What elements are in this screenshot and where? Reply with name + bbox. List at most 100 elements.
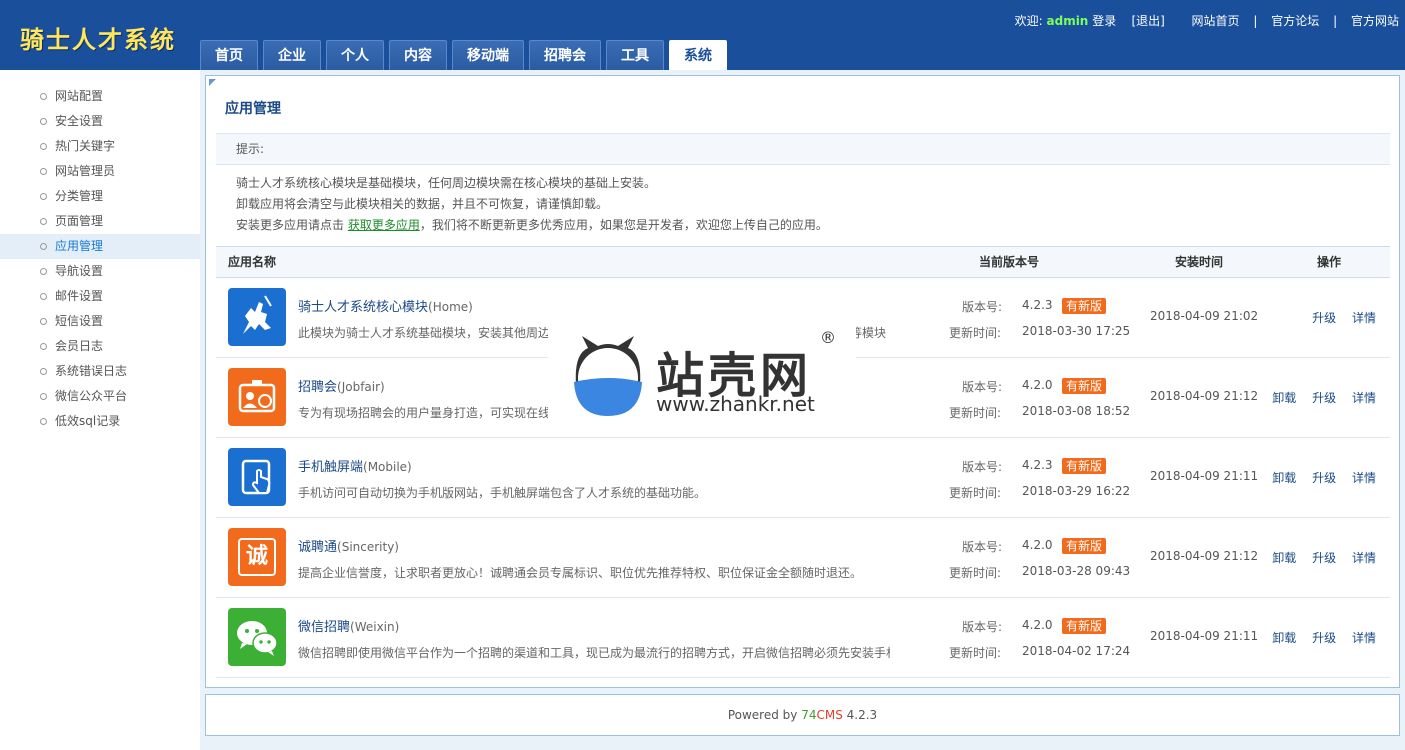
sidebar-item-apps[interactable]: 应用管理	[0, 234, 200, 259]
details-link[interactable]: 详情	[1352, 551, 1376, 565]
app-name[interactable]: 诚聘通	[298, 540, 337, 555]
app-description: 手机访问可自动切换为手机版网站，手机触屏端包含了人才系统的基础功能。	[298, 486, 707, 500]
sidebar-item-sms[interactable]: 短信设置	[0, 309, 200, 334]
tab-home[interactable]: 首页	[200, 40, 258, 70]
details-link[interactable]: 详情	[1352, 391, 1376, 405]
tip-header: 提示:	[216, 133, 1390, 165]
sidebar-item-mail[interactable]: 邮件设置	[0, 284, 200, 309]
watermark-url: www.zhankr.net	[656, 392, 815, 416]
details-link[interactable]: 详情	[1352, 631, 1376, 645]
upgrade-link[interactable]: 升级	[1312, 551, 1336, 565]
new-version-badge: 有新版	[1062, 378, 1107, 394]
uninstall-link[interactable]: 卸载	[1272, 551, 1296, 565]
app-name[interactable]: 骑士人才系统核心模块	[298, 300, 428, 315]
page-title: 应用管理	[225, 101, 281, 117]
footer-version: 4.2.3	[842, 708, 878, 722]
update-time: 2018-03-29 16:22	[1022, 484, 1131, 498]
get-more-apps-link[interactable]: 获取更多应用	[348, 218, 420, 232]
tab-mobile[interactable]: 移动端	[452, 40, 524, 70]
update-time: 2018-03-30 17:25	[1022, 324, 1131, 338]
brand-74: 74	[801, 708, 817, 722]
sidebar-item-navigation[interactable]: 导航设置	[0, 259, 200, 284]
app-name[interactable]: 微信招聘	[298, 620, 350, 635]
app-code: (Jobfair)	[337, 380, 385, 394]
tab-content[interactable]: 内容	[389, 40, 447, 70]
table-header: 应用名称 当前版本号 安装时间 操作	[216, 246, 1390, 278]
tablet-icon	[228, 448, 286, 506]
table-row: 微信招聘(Weixin) 微信招聘即使用微信平台作为一个招聘的渠道和工具，现已成…	[216, 598, 1390, 678]
col-install-time: 安装时间	[1175, 255, 1224, 269]
sidebar-item-hot-keywords[interactable]: 热门关键字	[0, 134, 200, 159]
install-time: 2018-04-09 21:11	[1150, 469, 1259, 483]
tip-line: 骑士人才系统核心模块是基础模块，任何周边模块需在核心模块的基础上安装。	[236, 176, 657, 190]
tab-jobfair[interactable]: 招聘会	[529, 40, 601, 70]
new-version-badge: 有新版	[1062, 458, 1107, 474]
app-description: 微信招聘即使用微信平台作为一个招聘的渠道和工具，现已成为最流行的招聘方式，开启微…	[298, 646, 890, 660]
logout-link[interactable]: [退出]	[1131, 14, 1164, 28]
knight-icon	[228, 288, 286, 346]
sidebar-item-site-config[interactable]: 网站配置	[0, 84, 200, 109]
update-label: 更新时间:	[949, 646, 1002, 660]
uninstall-link[interactable]: 卸载	[1272, 631, 1296, 645]
watermark-logo-icon	[574, 336, 642, 416]
separator: |	[1253, 14, 1258, 28]
version-value: 4.2.0	[1022, 538, 1053, 552]
update-label: 更新时间:	[949, 406, 1002, 420]
details-link[interactable]: 详情	[1352, 471, 1376, 485]
app-code: (Sincerity)	[337, 540, 399, 554]
version-value: 4.2.0	[1022, 378, 1053, 392]
row-actions: 卸载 升级 详情	[1260, 549, 1376, 566]
tab-system[interactable]: 系统	[669, 40, 727, 70]
upgrade-link[interactable]: 升级	[1312, 391, 1336, 405]
app-name[interactable]: 手机触屏端	[298, 460, 363, 475]
sincerity-icon: 诚	[228, 528, 286, 586]
app-code: (Home)	[428, 300, 473, 314]
install-time: 2018-04-09 21:02	[1150, 309, 1259, 323]
sidebar-item-security[interactable]: 安全设置	[0, 109, 200, 134]
sidebar-item-slow-sql[interactable]: 低效sql记录	[0, 409, 200, 434]
jobfair-icon	[228, 368, 286, 426]
sidebar-item-member-log[interactable]: 会员日志	[0, 334, 200, 359]
main-nav: 首页 企业 个人 内容 移动端 招聘会 工具 系统	[200, 40, 732, 70]
table-row: 诚 诚聘通(Sincerity) 提高企业信誉度，让求职者更放心！诚聘通会员专属…	[216, 518, 1390, 598]
tab-tools[interactable]: 工具	[606, 40, 664, 70]
upgrade-link[interactable]: 升级	[1312, 311, 1336, 325]
sidebar-item-admins[interactable]: 网站管理员	[0, 159, 200, 184]
sidebar-item-wechat[interactable]: 微信公众平台	[0, 384, 200, 409]
row-actions: 卸载 升级 详情	[1260, 469, 1376, 486]
app-code: (Weixin)	[350, 620, 400, 634]
site-home-link[interactable]: 网站首页	[1192, 14, 1240, 28]
tab-personal[interactable]: 个人	[326, 40, 384, 70]
brand-cms: CMS	[816, 708, 843, 722]
upgrade-link[interactable]: 升级	[1312, 471, 1336, 485]
version-value: 4.2.0	[1022, 618, 1053, 632]
details-link[interactable]: 详情	[1352, 311, 1376, 325]
uninstall-link[interactable]: 卸载	[1272, 391, 1296, 405]
sidebar-item-categories[interactable]: 分类管理	[0, 184, 200, 209]
uninstall-link[interactable]: 卸载	[1272, 471, 1296, 485]
row-actions: 卸载 升级 详情	[1260, 629, 1376, 646]
version-value: 4.2.3	[1022, 298, 1053, 312]
tab-company[interactable]: 企业	[263, 40, 321, 70]
version-label: 版本号:	[962, 540, 1003, 554]
version-label: 版本号:	[962, 460, 1003, 474]
sidebar-item-pages[interactable]: 页面管理	[0, 209, 200, 234]
login-link[interactable]: 登录	[1092, 14, 1116, 28]
col-name: 应用名称	[228, 255, 277, 269]
tip-line: 安装更多应用请点击 获取更多应用，我们将不断更新更多优秀应用，如果您是开发者，欢…	[236, 218, 828, 232]
registered-mark: ®	[820, 328, 836, 347]
upgrade-link[interactable]: 升级	[1312, 631, 1336, 645]
forum-link[interactable]: 官方论坛	[1271, 14, 1319, 28]
top-links: 欢迎: admin 登录 [退出] 网站首页 | 官方论坛 | 官方网站	[1015, 12, 1399, 29]
official-site-link[interactable]: 官方网站	[1351, 14, 1399, 28]
new-version-badge: 有新版	[1062, 298, 1107, 314]
install-time: 2018-04-09 21:11	[1150, 629, 1259, 643]
header: 骑士人才系统 欢迎: admin 登录 [退出] 网站首页 | 官方论坛 | 官…	[0, 0, 1405, 70]
version-label: 版本号:	[962, 300, 1003, 314]
table-row: 手机触屏端(Mobile) 手机访问可自动切换为手机版网站，手机触屏端包含了人才…	[216, 438, 1390, 518]
app-name[interactable]: 招聘会	[298, 380, 337, 395]
logo: 骑士人才系统	[20, 26, 176, 54]
tips: 骑士人才系统核心模块是基础模块，任何周边模块需在核心模块的基础上安装。 卸载应用…	[236, 173, 828, 236]
tip-line: 卸载应用将会清空与此模块相关的数据，并且不可恢复，请谨慎卸载。	[236, 197, 609, 211]
sidebar-item-error-log[interactable]: 系统错误日志	[0, 359, 200, 384]
